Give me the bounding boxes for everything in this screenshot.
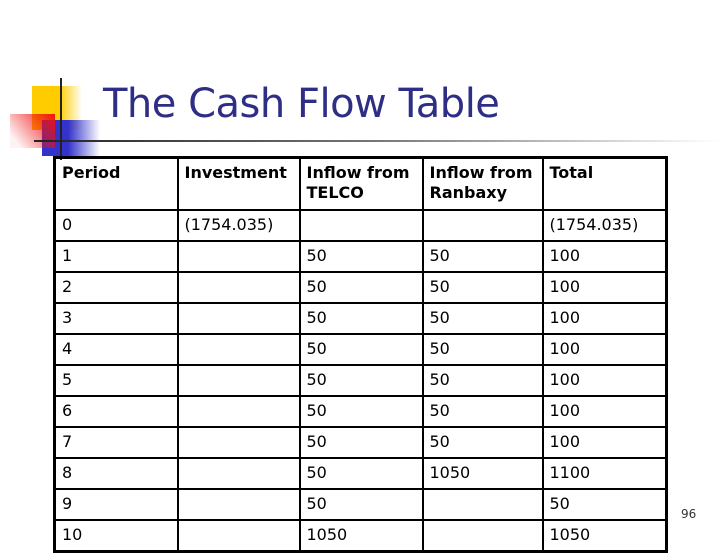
cell-inflow-telco: 50 — [298, 302, 424, 335]
cell-total: 100 — [541, 302, 668, 335]
cell-inflow-ranbaxy: 50 — [421, 271, 544, 304]
cell-inflow-ranbaxy: 50 — [421, 395, 544, 428]
cell-period: 3 — [53, 302, 179, 335]
cell-inflow-ranbaxy: 50 — [421, 302, 544, 335]
red-square-icon — [10, 114, 55, 148]
table-row: 3 50 50 100 — [53, 302, 668, 335]
cell-total: 50 — [541, 488, 668, 521]
cell-inflow-ranbaxy — [421, 519, 544, 553]
header-inflow-telco: Inflow from TELCO — [298, 156, 424, 211]
cell-total: 1100 — [541, 457, 668, 490]
cell-investment — [176, 271, 301, 304]
header-total: Total — [541, 156, 668, 211]
cell-period: 9 — [53, 488, 179, 521]
header-inflow-ranbaxy: Inflow from Ranbaxy — [421, 156, 544, 211]
cell-total: 100 — [541, 395, 668, 428]
cell-investment — [176, 457, 301, 490]
cell-investment — [176, 395, 301, 428]
header-investment: Investment — [176, 156, 301, 211]
cell-total: (1754.035) — [541, 209, 668, 242]
cell-inflow-telco: 50 — [298, 457, 424, 490]
table-row: 5 50 50 100 — [53, 364, 668, 397]
table-body: 0 (1754.035) (1754.035) 1 50 50 100 2 50 50 100 3 50… — [53, 209, 668, 553]
page-number: 96 — [681, 507, 697, 521]
cell-period: 7 — [53, 426, 179, 459]
cell-inflow-ranbaxy: 50 — [421, 426, 544, 459]
cell-period: 4 — [53, 333, 179, 366]
table-row: 0 (1754.035) (1754.035) — [53, 209, 668, 242]
cell-inflow-telco: 50 — [298, 488, 424, 521]
cell-period: 0 — [53, 209, 179, 242]
cell-investment — [176, 426, 301, 459]
cell-investment: (1754.035) — [176, 209, 301, 242]
cell-period: 1 — [53, 240, 179, 273]
table-row: 9 50 50 — [53, 488, 668, 521]
cash-flow-table: Period Investment Inflow from TELCO Infl… — [53, 156, 668, 553]
table-row: 10 1050 1050 — [53, 519, 668, 553]
cell-inflow-ranbaxy: 1050 — [421, 457, 544, 490]
cell-inflow-ranbaxy — [421, 209, 544, 242]
cell-total: 100 — [541, 364, 668, 397]
cell-investment — [176, 240, 301, 273]
cell-inflow-ranbaxy: 50 — [421, 364, 544, 397]
cell-investment — [176, 488, 301, 521]
slide-title: The Cash Flow Table — [103, 81, 500, 127]
cell-investment — [176, 364, 301, 397]
cell-inflow-telco: 50 — [298, 364, 424, 397]
table-row: 7 50 50 100 — [53, 426, 668, 459]
cell-investment — [176, 302, 301, 335]
cell-inflow-telco: 50 — [298, 333, 424, 366]
cell-inflow-telco: 50 — [298, 426, 424, 459]
cell-period: 6 — [53, 395, 179, 428]
cell-inflow-telco: 50 — [298, 395, 424, 428]
cell-total: 100 — [541, 271, 668, 304]
cell-inflow-ranbaxy — [421, 488, 544, 521]
title-underline — [34, 140, 720, 142]
cell-period: 10 — [53, 519, 179, 553]
table-row: 4 50 50 100 — [53, 333, 668, 366]
table-row: 2 50 50 100 — [53, 271, 668, 304]
cell-investment — [176, 519, 301, 553]
table-row: 8 50 1050 1100 — [53, 457, 668, 490]
table-row: 1 50 50 100 — [53, 240, 668, 273]
cell-inflow-telco: 50 — [298, 271, 424, 304]
cell-inflow-ranbaxy: 50 — [421, 240, 544, 273]
cell-total: 1050 — [541, 519, 668, 553]
cell-period: 5 — [53, 364, 179, 397]
cell-inflow-telco: 50 — [298, 240, 424, 273]
vertical-rule — [60, 78, 62, 160]
cell-investment — [176, 333, 301, 366]
cell-total: 100 — [541, 240, 668, 273]
cell-total: 100 — [541, 426, 668, 459]
cell-total: 100 — [541, 333, 668, 366]
table-row: 6 50 50 100 — [53, 395, 668, 428]
cell-inflow-telco: 1050 — [298, 519, 424, 553]
cell-inflow-telco — [298, 209, 424, 242]
cell-period: 2 — [53, 271, 179, 304]
header-period: Period — [53, 156, 179, 211]
cell-period: 8 — [53, 457, 179, 490]
table-header-row: Period Investment Inflow from TELCO Infl… — [53, 156, 668, 211]
cell-inflow-ranbaxy: 50 — [421, 333, 544, 366]
